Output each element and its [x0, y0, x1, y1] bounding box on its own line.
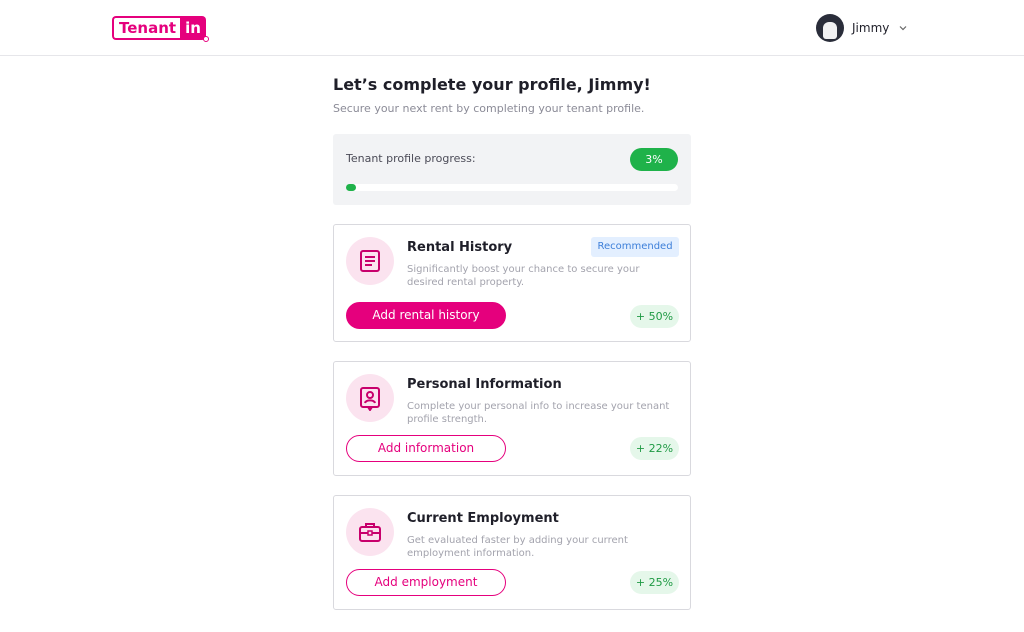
card-title: Personal Information [407, 377, 562, 392]
progress-bar-fill [346, 184, 356, 191]
add-information-button[interactable]: Add information [346, 435, 506, 462]
boost-badge: + 50% [630, 305, 679, 328]
profile-progress-panel: Tenant profile progress: 3% [333, 134, 691, 205]
boost-badge: + 25% [630, 571, 679, 594]
user-menu[interactable]: Jimmy [816, 14, 907, 42]
profile-main: Let’s complete your profile, Jimmy! Secu… [333, 74, 691, 610]
logo-text: Tenant [112, 16, 181, 40]
logo-in-mark: in [180, 16, 209, 42]
add-employment-button[interactable]: Add employment [346, 569, 506, 596]
user-name[interactable]: Jimmy [852, 21, 889, 35]
progress-label: Tenant profile progress: [346, 152, 476, 165]
chevron-down-icon[interactable] [899, 24, 907, 32]
user-avatar[interactable] [816, 14, 844, 42]
current-employment-card: Current Employment Get evaluated faster … [333, 495, 691, 610]
recommended-badge: Recommended [591, 237, 679, 257]
tenantin-logo[interactable]: Tenant in [112, 16, 209, 42]
page-title: Let’s complete your profile, Jimmy! [333, 75, 651, 94]
progress-bar [346, 184, 678, 191]
briefcase-icon [346, 508, 394, 556]
document-icon [346, 237, 394, 285]
card-description: Get evaluated faster by adding your curr… [407, 535, 628, 559]
page-subtitle: Secure your next rent by completing your… [333, 102, 645, 115]
add-rental-history-button[interactable]: Add rental history [346, 302, 506, 329]
card-title: Current Employment [407, 511, 559, 526]
rental-history-card: Rental History Recommended Significantly… [333, 224, 691, 342]
boost-badge: + 22% [630, 437, 679, 460]
top-bar: Tenant in Jimmy [0, 0, 1024, 56]
id-badge-icon [346, 374, 394, 422]
card-description: Significantly boost your chance to secur… [407, 264, 640, 288]
card-title: Rental History [407, 240, 513, 255]
card-description: Complete your personal info to increase … [407, 401, 670, 425]
personal-information-card: Personal Information Complete your perso… [333, 361, 691, 476]
progress-percent-badge: 3% [630, 148, 678, 171]
